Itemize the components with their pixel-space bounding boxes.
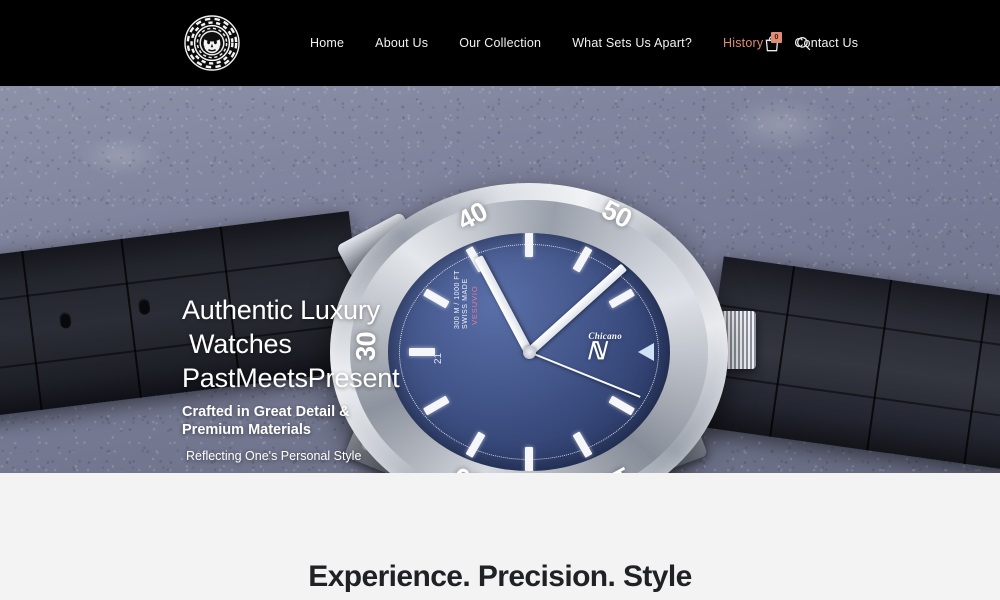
dial-swiss-made: SWISS MADE	[462, 278, 469, 329]
hero-tagline: Reflecting One's Personal Style	[186, 449, 362, 463]
search-icon	[796, 36, 810, 50]
dial-brand-script: Chicano	[588, 331, 622, 341]
dial-brand-logo: Chicano ℕ	[586, 331, 622, 365]
search-button[interactable]	[794, 33, 812, 53]
hero-headline-line-3: PastMeetsPresent	[182, 363, 400, 393]
site-header: Home About Us Our Collection What Sets U…	[0, 0, 1000, 86]
cart-button[interactable]: 0	[763, 32, 782, 53]
dial-date-window: 21	[433, 352, 444, 364]
nav-item-about-us[interactable]: About Us	[375, 32, 428, 54]
watch-hand-pivot	[522, 345, 536, 359]
hero-copy-block: Authentic Luxury Watches PastMeetsPresen…	[182, 293, 400, 464]
dial-model-name: VESUVIO	[470, 285, 479, 325]
dial-depth-rating: 300 M / 1000 FT	[454, 270, 461, 329]
site-logo[interactable]	[183, 14, 241, 72]
section-title: Experience. Precision. Style	[308, 560, 692, 593]
hero-headline-line-1: Authentic Luxury	[182, 295, 380, 325]
dial-lume-triangle	[638, 343, 654, 361]
cart-count-badge: 0	[771, 32, 782, 43]
hero-watch-photo: 300 M / 1000 FT SWISS MADE VESUVIO 21 Ch…	[0, 86, 1000, 473]
hero-subhead-line-1: Crafted in Great Detail &	[182, 404, 350, 420]
nav-item-history[interactable]: History	[723, 32, 763, 54]
watch-dial: 300 M / 1000 FT SWISS MADE VESUVIO 21 Ch…	[388, 233, 670, 471]
hero-subhead-line-2: Premium Materials	[182, 422, 311, 438]
medallion-logo-icon	[184, 15, 240, 71]
nav-item-our-collection[interactable]: Our Collection	[459, 32, 541, 54]
header-icon-group: 0	[763, 0, 812, 86]
watch-bezel: 300 M / 1000 FT SWISS MADE VESUVIO 21 Ch…	[350, 200, 708, 473]
hero-headline-line-2: Watches	[189, 329, 292, 359]
experience-section: Experience. Precision. Style	[0, 473, 1000, 600]
nav-item-what-sets-us-apart[interactable]: What Sets Us Apart?	[572, 32, 692, 54]
nav-item-home[interactable]: Home	[310, 32, 344, 54]
hero-banner: 300 M / 1000 FT SWISS MADE VESUVIO 21 Ch…	[0, 86, 1000, 473]
